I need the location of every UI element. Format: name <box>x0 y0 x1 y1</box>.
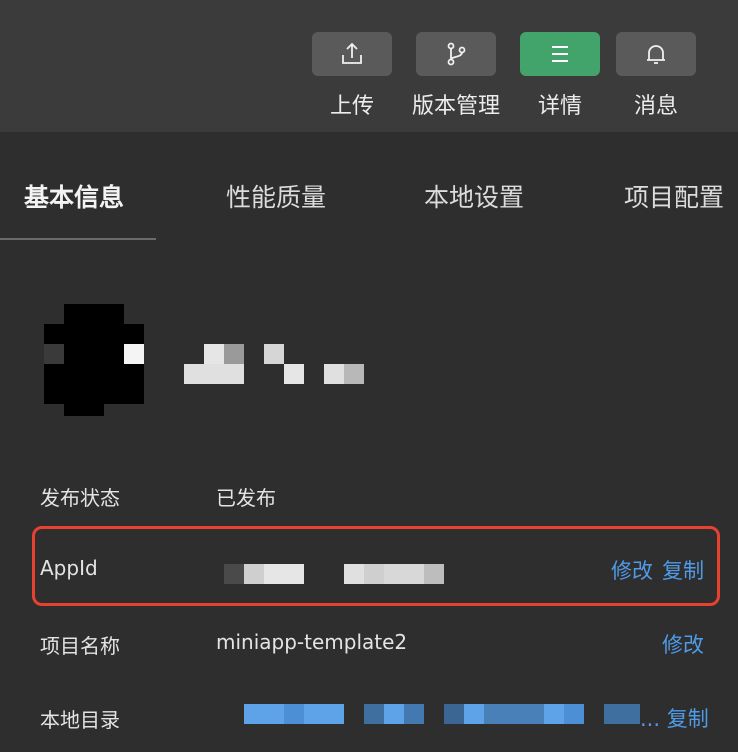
upload-icon <box>312 32 392 76</box>
messages-button[interactable]: 消息 <box>616 32 696 120</box>
local-dir-label: 本地目录 <box>40 708 120 732</box>
tab-local-settings[interactable]: 本地设置 <box>424 178 524 214</box>
details-button[interactable]: 详情 <box>520 32 600 120</box>
menu-icon <box>520 32 600 76</box>
publish-status-label: 发布状态 <box>40 486 120 510</box>
appid-edit-link[interactable]: 修改 <box>611 555 653 585</box>
tab-bar: 基本信息 性能质量 本地设置 项目配置 <box>0 132 738 240</box>
upload-button[interactable]: 上传 <box>312 32 392 120</box>
publish-status-value: 已发布 <box>216 486 276 510</box>
project-name-edit-link[interactable]: 修改 <box>662 629 704 659</box>
local-dir-copy-link[interactable]: ... 复制 <box>640 703 709 733</box>
tab-basic-info[interactable]: 基本信息 <box>24 178 124 214</box>
details-label: 详情 <box>537 94 582 119</box>
tab-project-config[interactable]: 项目配置 <box>624 178 724 214</box>
appid-copy-link[interactable]: 复制 <box>662 555 704 585</box>
bell-icon <box>616 32 696 76</box>
version-management-button[interactable]: 版本管理 <box>412 32 500 120</box>
project-name-label: 项目名称 <box>40 634 120 658</box>
tab-performance[interactable]: 性能质量 <box>226 178 326 214</box>
branch-icon <box>416 32 496 76</box>
top-toolbar: 上传 版本管理 详情 消息 <box>0 0 738 132</box>
version-management-label: 版本管理 <box>412 94 501 119</box>
appid-label: AppId <box>40 556 98 580</box>
project-name-value: miniapp-template2 <box>216 630 408 654</box>
upload-label: 上传 <box>329 94 374 119</box>
messages-label: 消息 <box>633 94 678 119</box>
active-tab-indicator <box>0 238 156 240</box>
